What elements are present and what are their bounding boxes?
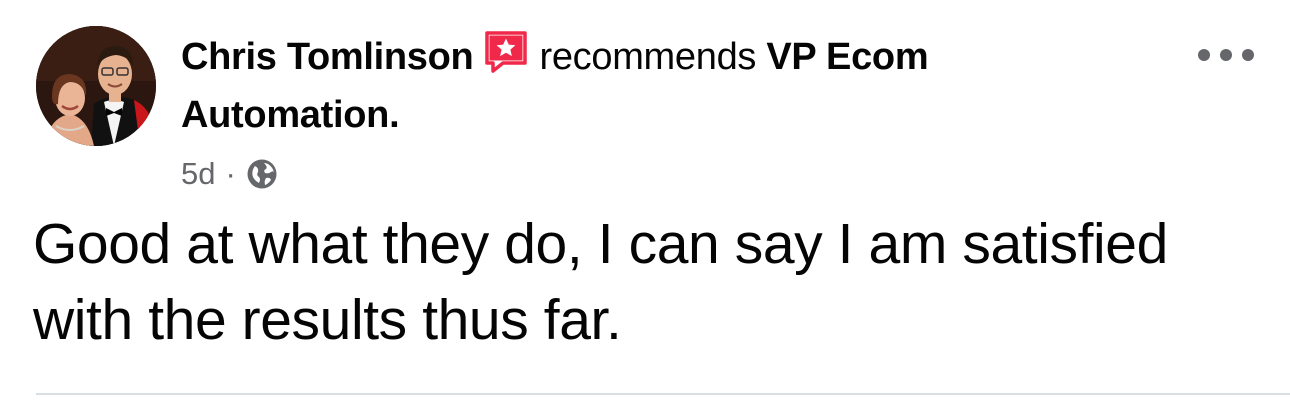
post-header: Chris Tomlinson recommends VP Ecom Autom…: [181, 28, 1081, 144]
avatar-photo: [36, 26, 156, 146]
author-name[interactable]: Chris Tomlinson: [181, 36, 474, 78]
dot-icon: [1220, 49, 1232, 61]
action-text: recommends: [539, 36, 757, 78]
avatar[interactable]: [36, 26, 156, 146]
recommendation-star-icon: [483, 29, 529, 75]
meta-separator: ·: [225, 156, 236, 191]
post-meta: 5d ·: [181, 152, 278, 196]
more-options-icon[interactable]: [1198, 40, 1254, 70]
post-body-text: Good at what they do, I can say I am sat…: [33, 212, 1168, 352]
dot-icon: [1242, 49, 1254, 61]
divider: [36, 393, 1290, 395]
recommendation-post: Chris Tomlinson recommends VP Ecom Autom…: [0, 0, 1290, 406]
globe-icon[interactable]: [246, 158, 278, 190]
timestamp[interactable]: 5d: [181, 156, 215, 192]
dot-icon: [1198, 49, 1210, 61]
